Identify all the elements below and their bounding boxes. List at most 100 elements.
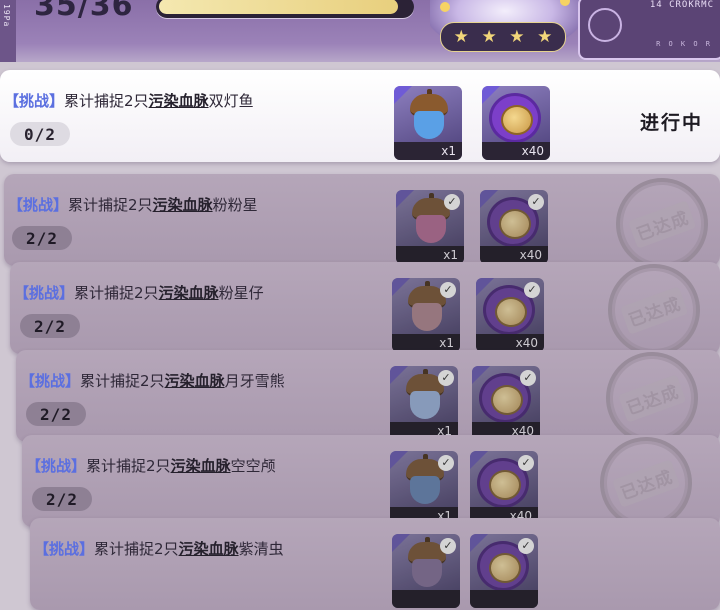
- emblem-card[interactable]: 14 CROKRMC R O K O R: [578, 0, 720, 60]
- completed-stamp-label: 已达成: [611, 458, 681, 508]
- check-icon: ✓: [440, 282, 456, 298]
- check-icon: ✓: [528, 194, 544, 210]
- star-icon: ★: [509, 26, 525, 47]
- challenge-tag: 【挑战】: [34, 540, 95, 558]
- collection-progress-bar: [156, 0, 414, 18]
- check-icon: ✓: [518, 455, 534, 471]
- task-title: 【挑战】累计捕捉2只污染血脉紫清虫: [34, 538, 284, 559]
- task-progress: 2/2: [12, 226, 72, 250]
- star-icon: ★: [537, 26, 553, 47]
- acorn-body: [416, 215, 446, 243]
- acorn-body: [414, 111, 444, 139]
- reward-slot[interactable]: ✓ x1: [396, 190, 464, 264]
- completed-stamp-label: 已达成: [627, 199, 697, 249]
- task-target: 粉粉星: [212, 196, 258, 214]
- check-icon: ✓: [524, 282, 540, 298]
- emblem-code: 14 CROKRMC: [649, 0, 714, 10]
- task-target: 粉星仔: [218, 284, 264, 302]
- emblem-code-secondary: R O K O R: [656, 40, 712, 48]
- reward-slot[interactable]: ✓: [470, 534, 538, 608]
- task-row[interactable]: 【挑战】累计捕捉2只污染血脉紫清虫 ✓ ✓: [30, 518, 720, 610]
- check-icon: ✓: [440, 538, 456, 554]
- reward-slot[interactable]: ✓ x40: [470, 451, 538, 525]
- completed-stamp-label: 已达成: [617, 373, 687, 423]
- task-title: 【挑战】累计捕捉2只污染血脉粉粉星: [8, 194, 258, 215]
- reward-quantity: x40: [482, 142, 550, 160]
- coin-face: [489, 470, 521, 500]
- reward-slot[interactable]: ✓ x40: [472, 366, 540, 440]
- task-progress: 2/2: [26, 402, 86, 426]
- acorn-body: [412, 559, 442, 587]
- bloodline-keyword: 污染血脉: [148, 92, 209, 110]
- task-title: 【挑战】累计捕捉2只污染血脉月牙雪熊: [20, 370, 285, 391]
- reward-slot[interactable]: x1: [394, 86, 462, 160]
- sparkle-icon: [560, 0, 570, 6]
- bloodline-keyword: 污染血脉: [178, 540, 239, 558]
- reward-slot[interactable]: ✓ x40: [476, 278, 544, 352]
- collection-progress-fill: [159, 0, 398, 14]
- task-target: 月牙雪熊: [224, 372, 285, 390]
- reward-slot[interactable]: ✓: [392, 534, 460, 608]
- star-icon: ★: [481, 26, 497, 47]
- reward-slot[interactable]: ✓ x1: [392, 278, 460, 352]
- task-row[interactable]: 【挑战】累计捕捉2只污染血脉月牙雪熊 2/2 ✓ x1 ✓ x40 已达成: [16, 339, 720, 457]
- task-target: 紫清虫: [238, 540, 284, 558]
- acorn-icon: [410, 89, 448, 140]
- reward-slot[interactable]: ✓ x1: [390, 451, 458, 525]
- task-target: 空空颅: [230, 457, 276, 475]
- task-prefix: 累计捕捉2只: [74, 284, 159, 302]
- sparkle-icon: [440, 2, 450, 12]
- task-prefix: 累计捕捉2只: [94, 540, 179, 558]
- task-prefix: 累计捕捉2只: [64, 92, 149, 110]
- check-icon: ✓: [438, 370, 454, 386]
- reward-quantity: x1: [394, 142, 462, 160]
- check-icon: ✓: [518, 538, 534, 554]
- task-row[interactable]: 【挑战】累计捕捉2只污染血脉粉星仔 2/2 ✓ x1 ✓ x40 已达成: [10, 251, 720, 369]
- task-row[interactable]: 【挑战】累计捕捉2只污染血脉双灯鱼 0/2 x1 x40 进行中: [0, 70, 720, 162]
- challenge-tag: 【挑战】: [8, 196, 69, 214]
- task-progress: 0/2: [10, 122, 70, 146]
- reward-quantity: [470, 590, 538, 608]
- reward-slot[interactable]: x40: [482, 86, 550, 160]
- challenge-tag: 【挑战】: [4, 92, 65, 110]
- side-tab[interactable]: 19Pa: [0, 0, 16, 62]
- coin-face: [499, 209, 531, 239]
- coin-face: [495, 297, 527, 327]
- task-title: 【挑战】累计捕捉2只污染血脉双灯鱼: [4, 90, 254, 111]
- task-prefix: 累计捕捉2只: [86, 457, 171, 475]
- bloodline-keyword: 污染血脉: [158, 284, 219, 302]
- star-rating: ★ ★ ★ ★: [440, 22, 566, 52]
- header-strip: 19Pa 35/36 ★ ★ ★ ★ 14 CROKRMC R O K O R: [0, 0, 720, 62]
- task-row[interactable]: 【挑战】累计捕捉2只污染血脉粉粉星 2/2 ✓ x1 ✓ x40 已达成: [4, 165, 720, 283]
- check-icon: ✓: [444, 194, 460, 210]
- reward-slot[interactable]: ✓ x1: [390, 366, 458, 440]
- task-title: 【挑战】累计捕捉2只污染血脉粉星仔: [14, 282, 264, 303]
- side-tab-label: 19Pa: [2, 4, 11, 28]
- task-progress: 2/2: [32, 487, 92, 511]
- task-progress: 2/2: [20, 314, 80, 338]
- task-title: 【挑战】累计捕捉2只污染血脉空空颅: [26, 455, 276, 476]
- coin-face: [489, 553, 521, 583]
- acorn-body: [412, 303, 442, 331]
- catch-counter: 35/36: [34, 0, 134, 23]
- challenge-tag: 【挑战】: [26, 457, 87, 475]
- reward-slot[interactable]: ✓ x40: [480, 190, 548, 264]
- task-prefix: 累计捕捉2只: [80, 372, 165, 390]
- bloodline-keyword: 污染血脉: [152, 196, 213, 214]
- status-in-progress: 进行中: [640, 112, 704, 134]
- task-prefix: 累计捕捉2只: [68, 196, 153, 214]
- coin-face: [491, 385, 523, 415]
- task-target: 双灯鱼: [208, 92, 254, 110]
- acorn-body: [410, 476, 440, 504]
- task-row[interactable]: 【挑战】累计捕捉2只污染血脉空空颅 2/2 ✓ x1 ✓ x40 已达成: [22, 424, 720, 542]
- completed-stamp-label: 已达成: [619, 285, 689, 335]
- acorn-body: [410, 391, 440, 419]
- bloodline-keyword: 污染血脉: [170, 457, 231, 475]
- coin-icon: [492, 96, 538, 140]
- bloodline-keyword: 污染血脉: [164, 372, 225, 390]
- check-icon: ✓: [520, 370, 536, 386]
- challenge-tag: 【挑战】: [20, 372, 81, 390]
- check-icon: ✓: [438, 455, 454, 471]
- reward-quantity: [392, 590, 460, 608]
- emblem-ring-icon: [588, 8, 622, 42]
